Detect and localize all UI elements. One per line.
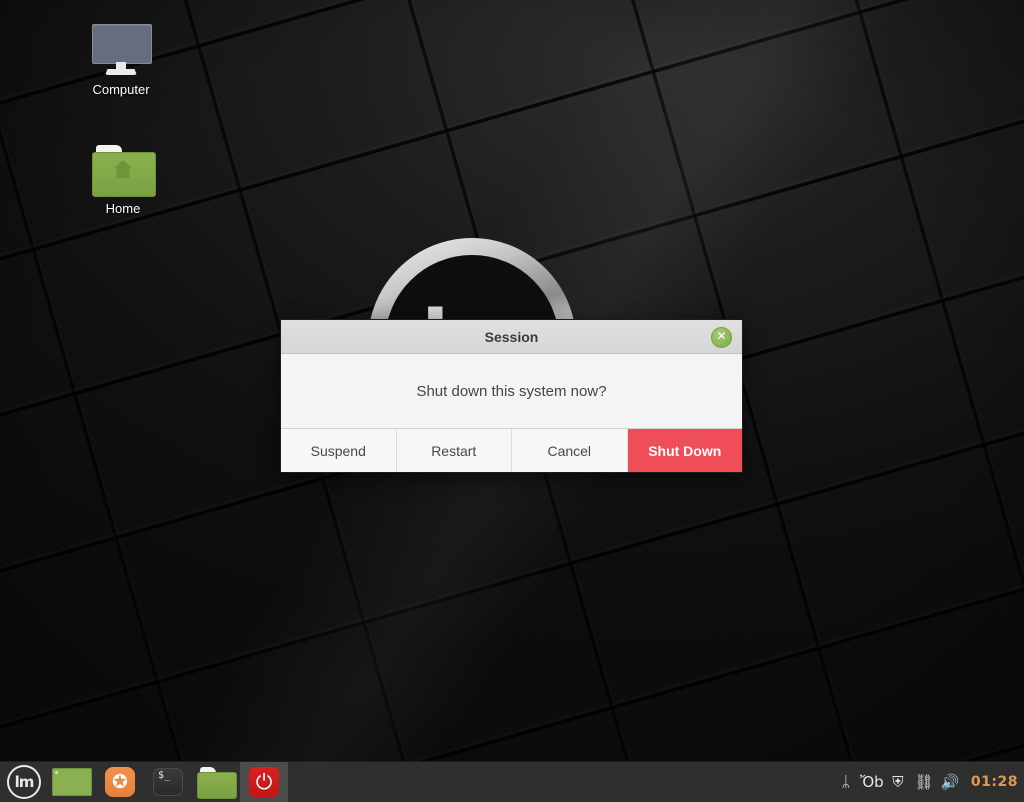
taskbar-terminal[interactable]: $_ bbox=[144, 762, 192, 802]
firefox-glyph: ✪ bbox=[112, 770, 128, 793]
mint-menu-icon: lm bbox=[7, 765, 41, 799]
clipboard-update-icon[interactable]: Ὄb bbox=[859, 762, 885, 802]
dialog-button-row: Suspend Restart Cancel Shut Down bbox=[281, 428, 742, 472]
suspend-button[interactable]: Suspend bbox=[281, 429, 397, 472]
shut-down-button[interactable]: Shut Down bbox=[627, 429, 742, 472]
dialog-message: Shut down this system now? bbox=[416, 382, 607, 400]
dialog-body: Shut down this system now? bbox=[281, 354, 742, 428]
taskbar-file-manager[interactable] bbox=[192, 762, 240, 802]
monitor-base bbox=[105, 69, 137, 75]
speaker-icon[interactable]: 🔊 bbox=[937, 762, 963, 802]
folder-icon bbox=[197, 767, 237, 799]
desktop[interactable]: lm Computer Home Session ✕ Shut down thi… bbox=[0, 0, 1024, 802]
clock[interactable]: 01:28 bbox=[963, 774, 1022, 790]
taskbar-firefox[interactable]: ✪ bbox=[96, 762, 144, 802]
mint-menu-button[interactable]: lm bbox=[0, 762, 48, 802]
network-icon[interactable]: ⛓ bbox=[911, 762, 937, 802]
close-icon[interactable]: ✕ bbox=[711, 327, 732, 348]
firefox-icon: ✪ bbox=[105, 767, 135, 797]
home-folder-icon bbox=[92, 145, 156, 197]
session-dialog[interactable]: Session ✕ Shut down this system now? Sus… bbox=[280, 319, 743, 473]
folder-body bbox=[197, 772, 237, 799]
taskbar-session-power[interactable]: ⏻ bbox=[240, 762, 288, 802]
desktop-icon-label-home: Home bbox=[105, 201, 141, 216]
system-tray: ᛦ Ὄb ⛨ ⛓ 🔊 01:28 bbox=[833, 762, 1024, 802]
taskbar-launchers: lm ✪ $_ ⏻ bbox=[0, 762, 288, 802]
monitor-neck bbox=[116, 62, 126, 70]
power-glyph: ⏻ bbox=[255, 769, 273, 794]
computer-monitor-icon bbox=[92, 24, 152, 76]
window-thumbnail-icon bbox=[52, 768, 92, 796]
power-icon: ⏻ bbox=[249, 767, 279, 797]
desktop-icon-computer[interactable]: Computer bbox=[73, 24, 169, 97]
desktop-icon-home[interactable]: Home bbox=[75, 145, 171, 216]
shield-icon[interactable]: ⛨ bbox=[885, 762, 911, 802]
taskbar[interactable]: lm ✪ $_ ⏻ ᛦ Ὄb ⛨ ⛓ 🔊 01:28 bbox=[0, 761, 1024, 802]
desktop-icon-label-computer: Computer bbox=[92, 82, 150, 97]
bluetooth-icon[interactable]: ᛦ bbox=[833, 762, 859, 802]
terminal-icon: $_ bbox=[153, 768, 183, 796]
monitor-screen bbox=[92, 24, 152, 64]
dialog-title: Session bbox=[484, 328, 539, 345]
cancel-button[interactable]: Cancel bbox=[512, 429, 628, 472]
restart-button[interactable]: Restart bbox=[396, 429, 512, 472]
dialog-titlebar[interactable]: Session ✕ bbox=[281, 320, 742, 354]
taskbar-window-files[interactable] bbox=[48, 762, 96, 802]
